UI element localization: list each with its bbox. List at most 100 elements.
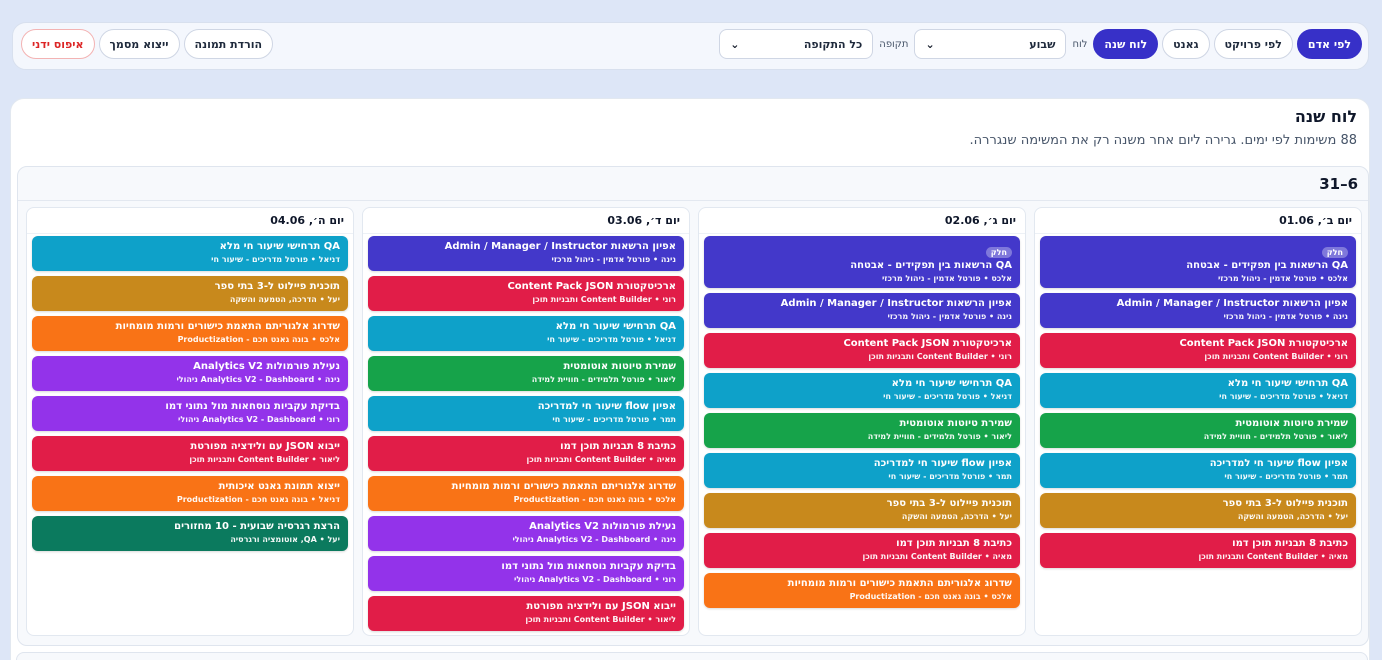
day-column[interactable]: יום ב׳, 01.06 חלק QA הרשאות בין תפקידים -…	[1034, 207, 1362, 636]
day-header: יום ד׳, 03.06	[607, 214, 680, 227]
download-image-button[interactable]: הורדת תמונה	[183, 29, 274, 59]
task-meta: רוני • Content Builder ותבניות תוכן	[532, 295, 676, 304]
task-meta: נינה • פורטל אדמין - ניהול מרכזי	[887, 312, 1012, 321]
task-title: QA תרחישי שיעור חי מלא	[555, 321, 676, 332]
task-meta: אלכס • בונה גאנט חכם - Productization	[849, 592, 1012, 601]
task-title: QA תרחישי שיעור חי מלא	[891, 378, 1012, 389]
task-title: ארכיטקטורת Content Pack JSON	[843, 338, 1012, 349]
divider	[18, 200, 1368, 201]
task-title: אפיון הרשאות Admin / Manager / Instructo…	[780, 298, 1012, 309]
day-column[interactable]: יום ד׳, 03.06 אפיון הרשאות Admin / Manag…	[362, 207, 690, 636]
task-card[interactable]: נעילת פורמולות Analytics V2 נינה • Analyt…	[368, 516, 684, 551]
task-card[interactable]: תוכנית פיילוט ל-3 בתי ספר יעל • הדרכה, הט…	[32, 276, 348, 311]
task-title: QA הרשאות בין תפקידים - אבטחה	[850, 260, 1012, 271]
task-card[interactable]: ייבוא JSON עם ולידציה מפורטת ליאור • Cont…	[32, 436, 348, 471]
task-title: כתיבת 8 תבניות תוכן דמו	[1232, 538, 1348, 549]
task-meta: נינה • פורטל אדמין - ניהול מרכזי	[551, 255, 676, 264]
week-block: 6–31 יום ב׳, 01.06 חלק QA הרשאות בין תפקי…	[17, 166, 1369, 646]
day-task-list: חלק QA הרשאות בין תפקידים - אבטחה אלכס • פ…	[704, 236, 1020, 608]
task-card[interactable]: בדיקת עקביות נוסחאות מול נתוני דמו רוני •…	[368, 556, 684, 591]
calendar-panel: לוח שנה 88 משימות לפי ימים. גרירה ליום א…	[10, 98, 1370, 660]
task-card[interactable]: QA תרחישי שיעור חי מלא דניאל • פורטל מדרי…	[1040, 373, 1356, 408]
week-range: 6–31	[1319, 175, 1358, 193]
task-card[interactable]: חלק QA הרשאות בין תפקידים - אבטחה אלכס • פ…	[1040, 236, 1356, 288]
task-meta: מאיה • Content Builder ותבניות תוכן	[862, 552, 1013, 561]
tab-calendar[interactable]: לוח שנה	[1093, 29, 1159, 59]
task-title: שדרוג אלגוריתם התאמת כישורים ורמות מומחי…	[787, 578, 1012, 589]
task-card[interactable]: שמירת טיוטות אוטומטית ליאור • פורטל תלמיד…	[704, 413, 1020, 448]
board-label: לוח	[1072, 38, 1088, 50]
day-column[interactable]: יום ג׳, 02.06 חלק QA הרשאות בין תפקידים -…	[698, 207, 1026, 636]
task-card[interactable]: אפיון flow שיעור חי למדריכה תמר • פורטל מ…	[704, 453, 1020, 488]
task-card[interactable]: בדיקת עקביות נוסחאות מול נתוני דמו רוני •…	[32, 396, 348, 431]
task-card[interactable]: אפיון flow שיעור חי למדריכה תמר • פורטל מ…	[368, 396, 684, 431]
task-card[interactable]: הרצת רגרסיה שבועית - 10 מחזורים יעל • QA,…	[32, 516, 348, 551]
toolbar: לפי אדם לפי פרויקט גאנט לוח שנה לוח שבוע…	[12, 22, 1369, 70]
task-meta: רוני • Analytics V2 - Dashboard ניהולי	[514, 575, 676, 584]
day-column[interactable]: יום ה׳, 04.06 QA תרחישי שיעור חי מלא דניא…	[26, 207, 354, 636]
task-meta: יעל • QA, אוטומציה ורגרסיה	[230, 535, 340, 544]
day-task-list: אפיון הרשאות Admin / Manager / Instructo…	[368, 236, 684, 631]
task-meta: רוני • Analytics V2 - Dashboard ניהולי	[178, 415, 340, 424]
task-title: נעילת פורמולות Analytics V2	[193, 361, 340, 372]
task-card[interactable]: אפיון הרשאות Admin / Manager / Instructo…	[1040, 293, 1356, 328]
task-card[interactable]: ארכיטקטורת Content Pack JSON רוני • Conte…	[1040, 333, 1356, 368]
task-card[interactable]: אפיון הרשאות Admin / Manager / Instructo…	[704, 293, 1020, 328]
task-card[interactable]: שדרוג אלגוריתם התאמת כישורים ורמות מומחי…	[368, 476, 684, 511]
task-card[interactable]: ייבוא JSON עם ולידציה מפורטת ליאור • Cont…	[368, 596, 684, 631]
task-meta: דניאל • פורטל מדריכים - שיעור חי	[1219, 392, 1348, 401]
task-card[interactable]: אפיון הרשאות Admin / Manager / Instructo…	[368, 236, 684, 271]
task-card[interactable]: QA תרחישי שיעור חי מלא דניאל • פורטל מדרי…	[368, 316, 684, 351]
task-card[interactable]: ייצוא תמונת גאנט איכותית דניאל • בונה גאנ…	[32, 476, 348, 511]
task-card[interactable]: נעילת פורמולות Analytics V2 נינה • Analyt…	[32, 356, 348, 391]
task-card[interactable]: תוכנית פיילוט ל-3 בתי ספר יעל • הדרכה, הט…	[704, 493, 1020, 528]
tab-gantt[interactable]: גאנט	[1162, 29, 1210, 59]
next-week-block	[16, 652, 1368, 660]
task-card[interactable]: אפיון flow שיעור חי למדריכה תמר • פורטל מ…	[1040, 453, 1356, 488]
task-title: ייבוא JSON עם ולידציה מפורטת	[190, 441, 340, 452]
task-title: אפיון flow שיעור חי למדריכה	[873, 458, 1012, 469]
period-select[interactable]: כל התקופה ⌄	[719, 29, 874, 59]
task-meta: נינה • Analytics V2 - Dashboard ניהולי	[176, 375, 340, 384]
task-title: תוכנית פיילוט ל-3 בתי ספר	[214, 281, 340, 292]
task-meta: נינה • פורטל אדמין - ניהול מרכזי	[1223, 312, 1348, 321]
task-card[interactable]: שדרוג אלגוריתם התאמת כישורים ורמות מומחי…	[32, 316, 348, 351]
task-card[interactable]: כתיבת 8 תבניות תוכן דמו מאיה • Content Bu…	[1040, 533, 1356, 568]
task-meta: אלכס • בונה גאנט חכם - Productization	[513, 495, 676, 504]
task-card[interactable]: שדרוג אלגוריתם התאמת כישורים ורמות מומחי…	[704, 573, 1020, 608]
tab-by-person[interactable]: לפי אדם	[1296, 29, 1362, 59]
manual-reset-button[interactable]: איפוס ידני	[21, 29, 95, 59]
export-doc-button[interactable]: ייצוא מסמך	[98, 29, 180, 59]
task-meta: דניאל • פורטל מדריכים - שיעור חי	[211, 255, 340, 264]
task-title: כתיבת 8 תבניות תוכן דמו	[896, 538, 1012, 549]
task-title: QA תרחישי שיעור חי מלא	[219, 241, 340, 252]
task-card[interactable]: ארכיטקטורת Content Pack JSON רוני • Conte…	[704, 333, 1020, 368]
task-meta: תמר • פורטל מדריכים - שיעור חי	[552, 415, 676, 424]
task-meta: נינה • Analytics V2 - Dashboard ניהולי	[512, 535, 676, 544]
task-meta: תמר • פורטל מדריכים - שיעור חי	[1224, 472, 1348, 481]
task-card[interactable]: QA תרחישי שיעור חי מלא דניאל • פורטל מדרי…	[704, 373, 1020, 408]
task-card[interactable]: QA תרחישי שיעור חי מלא דניאל • פורטל מדרי…	[32, 236, 348, 271]
task-card[interactable]: כתיבת 8 תבניות תוכן דמו מאיה • Content Bu…	[704, 533, 1020, 568]
toolbar-view-controls: לפי אדם לפי פרויקט גאנט לוח שנה לוח שבוע…	[719, 29, 1362, 59]
task-card[interactable]: חלק QA הרשאות בין תפקידים - אבטחה אלכס • פ…	[704, 236, 1020, 288]
task-card[interactable]: שמירת טיוטות אוטומטית ליאור • פורטל תלמיד…	[368, 356, 684, 391]
task-meta: אלכס • בונה גאנט חכם - Productization	[177, 335, 340, 344]
board-select[interactable]: שבוע ⌄	[914, 29, 1067, 59]
task-meta: ליאור • פורטל תלמידים - חוויית למידה	[867, 432, 1012, 441]
task-title: ייבוא JSON עם ולידציה מפורטת	[526, 601, 676, 612]
divider	[27, 233, 353, 234]
task-card[interactable]: ארכיטקטורת Content Pack JSON רוני • Conte…	[368, 276, 684, 311]
task-meta: ליאור • Content Builder ותבניות תוכן	[189, 455, 340, 464]
task-title: הרצת רגרסיה שבועית - 10 מחזורים	[174, 521, 340, 532]
day-task-list: חלק QA הרשאות בין תפקידים - אבטחה אלכס • פ…	[1040, 236, 1356, 568]
divider	[699, 233, 1025, 234]
task-card[interactable]: כתיבת 8 תבניות תוכן דמו מאיה • Content Bu…	[368, 436, 684, 471]
task-card[interactable]: תוכנית פיילוט ל-3 בתי ספר יעל • הדרכה, הט…	[1040, 493, 1356, 528]
day-header: יום ב׳, 01.06	[1279, 214, 1352, 227]
tab-by-project[interactable]: לפי פרויקט	[1213, 29, 1293, 59]
task-title: אפיון flow שיעור חי למדריכה	[537, 401, 676, 412]
page-subtitle: 88 משימות לפי ימים. גרירה ליום אחר משנה …	[969, 133, 1357, 148]
task-title: QA תרחישי שיעור חי מלא	[1227, 378, 1348, 389]
task-card[interactable]: שמירת טיוטות אוטומטית ליאור • פורטל תלמיד…	[1040, 413, 1356, 448]
